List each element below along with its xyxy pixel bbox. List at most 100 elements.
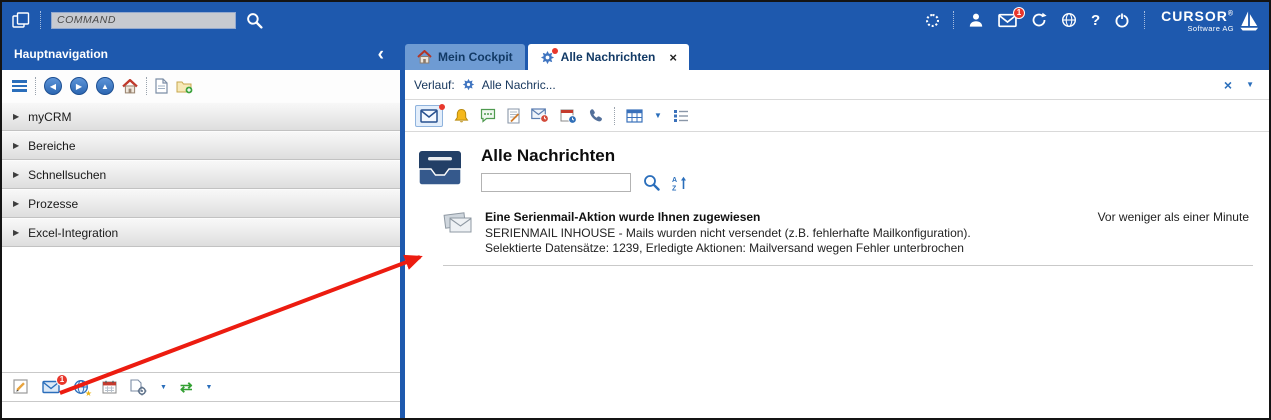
expand-arrow-icon: ▶ <box>13 112 19 121</box>
footer-mail-icon[interactable]: 1 <box>42 380 60 394</box>
window-icon[interactable] <box>12 12 30 28</box>
section-label: Bereiche <box>28 139 75 153</box>
history-label: Verlauf: <box>414 78 455 92</box>
subbar: Hauptnavigation ‹ Mein Cockpit Alle Nach… <box>2 38 1269 70</box>
app-window: 1 ? CURSOR® Software AG <box>0 0 1271 420</box>
tab-mein-cockpit[interactable]: Mein Cockpit <box>405 44 525 70</box>
filter-mail-reminder-icon[interactable] <box>531 108 549 123</box>
star-icon: ★ <box>85 390 92 398</box>
power-icon[interactable] <box>1114 12 1130 28</box>
search-messages-icon[interactable] <box>643 174 660 191</box>
filter-notes-icon[interactable] <box>507 108 520 124</box>
spinner-icon <box>926 14 939 27</box>
sidebar-toolbar: ◀ ▶ ▲ <box>2 70 400 102</box>
section-label: myCRM <box>28 110 71 124</box>
message-search-input[interactable] <box>481 173 631 192</box>
new-folder-icon[interactable] <box>176 79 193 94</box>
history-item[interactable]: Alle Nachric... <box>482 78 556 92</box>
collapse-sidebar-icon[interactable]: ‹ <box>378 45 384 64</box>
view-table-dropdown-icon[interactable]: ▼ <box>654 112 662 120</box>
sidebar-header: Hauptnavigation ‹ <box>2 38 400 70</box>
sidebar-section-schnellsuchen[interactable]: ▶ Schnellsuchen <box>2 160 400 189</box>
search-row: AZ <box>481 173 688 192</box>
redo-icon[interactable] <box>1031 12 1047 28</box>
filter-chat-icon[interactable] <box>480 108 496 123</box>
calendar-icon[interactable] <box>102 380 117 394</box>
history-dropdown-icon[interactable]: ▼ <box>1246 81 1254 89</box>
filter-appointment-icon[interactable] <box>560 108 577 124</box>
close-tab-icon[interactable]: × <box>669 50 677 65</box>
mail-badge: 1 <box>56 374 68 386</box>
report-settings-icon[interactable] <box>130 379 147 396</box>
section-label: Schnellsuchen <box>28 168 106 182</box>
user-icon[interactable] <box>968 12 984 28</box>
divider <box>40 11 41 29</box>
expand-arrow-icon: ▶ <box>13 170 19 179</box>
sidebar: ◀ ▶ ▲ ▶ myCRM ▶ Bereiche ▶ Schnellsuchen <box>2 70 400 418</box>
clear-history-icon[interactable]: × <box>1224 78 1232 92</box>
new-document-icon[interactable] <box>155 78 168 94</box>
sidebar-section-mycrm[interactable]: ▶ myCRM <box>2 102 400 131</box>
nav-forward-button[interactable]: ▶ <box>70 77 88 95</box>
web-favorites-icon[interactable]: ★ <box>73 379 89 395</box>
sidebar-section-bereiche[interactable]: ▶ Bereiche <box>2 131 400 160</box>
logo-subtitle: Software AG <box>1187 24 1234 33</box>
sidebar-footer: 1 ★ ▼ ⇄ ▼ <box>2 372 400 402</box>
logo-title: CURSOR® <box>1161 8 1234 24</box>
sailboat-logo-icon <box>1239 9 1259 32</box>
message-filter-toolbar: ▼ <box>405 100 1269 132</box>
page-title: Alle Nachrichten <box>481 146 688 166</box>
filter-mail-icon[interactable] <box>415 105 443 127</box>
filter-phone-icon[interactable] <box>588 108 603 123</box>
help-icon[interactable]: ? <box>1091 13 1100 28</box>
divider <box>1144 11 1145 29</box>
sidebar-title: Hauptnavigation <box>14 47 108 61</box>
messages-panel: Alle Nachrichten AZ <box>405 132 1269 266</box>
menu-icon[interactable] <box>12 80 27 92</box>
section-label: Excel-Integration <box>28 226 118 240</box>
view-table-icon[interactable] <box>626 109 643 123</box>
view-list-icon[interactable] <box>673 109 689 123</box>
main-panel: Verlauf: Alle Nachric... × ▼ <box>405 70 1269 418</box>
svg-text:A: A <box>672 177 677 184</box>
divider <box>953 11 954 29</box>
nav-up-button[interactable]: ▲ <box>96 77 114 95</box>
report-dropdown-icon[interactable]: ▼ <box>160 384 167 391</box>
notification-dot <box>439 104 445 110</box>
home-icon <box>417 50 432 64</box>
tab-alle-nachrichten[interactable]: Alle Nachrichten × <box>528 44 689 70</box>
tab-label: Mein Cockpit <box>438 50 513 64</box>
search-icon[interactable] <box>246 12 263 29</box>
mail-stack-icon <box>443 210 473 235</box>
home-button-icon[interactable] <box>122 79 138 94</box>
divider <box>146 77 147 95</box>
sort-icon[interactable]: AZ <box>672 175 688 191</box>
message-line2: Selektierte Datensätze: 1239, Erledigte … <box>485 241 1086 256</box>
message-body: Eine Serienmail-Aktion wurde Ihnen zugew… <box>485 210 1086 255</box>
sync-dropdown-icon[interactable]: ▼ <box>206 384 213 391</box>
expand-arrow-icon: ▶ <box>13 141 19 150</box>
message-line1: SERIENMAIL INHOUSE - Mails wurden nicht … <box>485 226 1086 241</box>
section-label: Prozesse <box>28 197 78 211</box>
divider <box>35 77 36 95</box>
web-crm-icon[interactable] <box>1061 12 1077 28</box>
message-row[interactable]: Eine Serienmail-Aktion wurde Ihnen zugew… <box>443 210 1253 266</box>
mail-badge: 1 <box>1013 7 1025 19</box>
filter-alerts-icon[interactable] <box>454 108 469 124</box>
tab-bar: Mein Cockpit Alle Nachrichten × <box>405 44 689 70</box>
notifications-mail-icon[interactable]: 1 <box>998 13 1017 28</box>
sidebar-section-excel-integration[interactable]: ▶ Excel-Integration <box>2 218 400 247</box>
command-input[interactable] <box>51 12 236 29</box>
history-bar: Verlauf: Alle Nachric... × ▼ <box>405 70 1269 100</box>
message-title: Eine Serienmail-Aktion wurde Ihnen zugew… <box>485 210 1086 224</box>
edit-note-icon[interactable] <box>13 379 29 395</box>
message-time: Vor weniger als einer Minute <box>1098 210 1253 224</box>
sidebar-section-prozesse[interactable]: ▶ Prozesse <box>2 189 400 218</box>
notification-dot <box>552 48 558 54</box>
nav-back-button[interactable]: ◀ <box>44 77 62 95</box>
svg-text:Z: Z <box>672 185 677 191</box>
sync-icon[interactable]: ⇄ <box>180 380 193 395</box>
content-header: Alle Nachrichten AZ <box>417 144 1259 192</box>
expand-arrow-icon: ▶ <box>13 228 19 237</box>
history-item-icon <box>462 78 475 91</box>
